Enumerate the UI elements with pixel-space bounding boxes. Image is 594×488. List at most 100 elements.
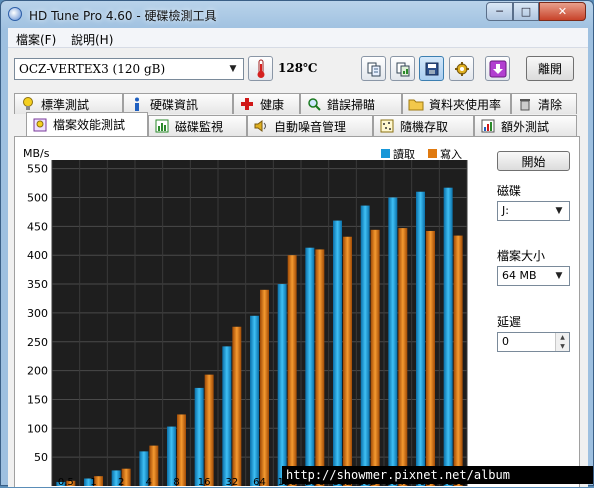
y-tick-label: 150 <box>27 393 48 406</box>
y-tick-label: 100 <box>27 422 48 435</box>
menu-file[interactable]: 檔案(F) <box>16 31 56 48</box>
maximize-button[interactable]: □ <box>513 2 539 21</box>
copy-image-icon <box>396 62 409 76</box>
write-bar <box>232 326 242 486</box>
tab-error-scan[interactable]: 錯誤掃瞄 <box>300 93 402 114</box>
delay-label: 延遲 <box>497 315 522 329</box>
info-icon <box>129 96 145 112</box>
folder-icon <box>408 96 424 112</box>
x-tick-label: 4 <box>146 477 152 488</box>
write-bar <box>315 249 325 486</box>
read-bar <box>388 197 398 486</box>
tab-label: 硬碟資訊 <box>150 97 199 112</box>
drive-select[interactable]: OCZ-VERTEX3 (120 gB) ▼ <box>14 58 244 80</box>
benchmark-chart: 50 100 150 200 250 300 350 400 450 500 550 0.5 1 2 4 8… <box>23 147 468 488</box>
temperature-readout: 128℃ <box>278 61 318 75</box>
disk-label: 磁碟 <box>497 184 522 198</box>
tab-file-benchmark[interactable]: 檔案效能測試 <box>26 112 148 136</box>
spin-down-icon[interactable]: ▼ <box>555 342 569 351</box>
tab-erase[interactable]: 清除 <box>511 93 577 114</box>
window-title: HD Tune Pro 4.60 - 硬碟檢測工具 <box>29 9 217 23</box>
tab-random-access[interactable]: 隨機存取 <box>373 115 474 136</box>
disk-monitor-icon <box>154 118 170 134</box>
file-size-label: 檔案大小 <box>497 249 546 263</box>
write-bar <box>287 255 297 486</box>
spin-up-icon[interactable]: ▲ <box>555 333 569 342</box>
file-size-select[interactable]: 64 MB ▼ <box>497 266 570 286</box>
app-icon <box>8 7 22 21</box>
toolbar: OCZ-VERTEX3 (120 gB) ▼ 128℃ 離開 <box>8 49 588 89</box>
tab-health[interactable]: 健康 <box>233 93 300 114</box>
exit-button[interactable]: 離開 <box>526 56 574 81</box>
file-size-select-value: 64 MB <box>502 269 537 282</box>
tab-noise-management[interactable]: 自動噪音管理 <box>247 115 373 136</box>
write-bar <box>398 228 408 486</box>
read-bar <box>222 346 232 486</box>
write-bar <box>426 230 435 486</box>
read-bar <box>250 315 259 486</box>
delay-spin-buttons[interactable]: ▲ ▼ <box>555 333 569 351</box>
thermometer-icon <box>257 59 264 78</box>
delay-spinner[interactable]: 0 ▲ ▼ <box>497 332 570 352</box>
tab-label: 清除 <box>538 97 563 112</box>
copy-image-button[interactable] <box>390 56 415 81</box>
minimize-button[interactable]: ─ <box>486 2 513 21</box>
options-icon <box>454 61 469 76</box>
y-tick-label: 550 <box>27 163 48 176</box>
x-tick-label: 16 <box>198 477 211 488</box>
tab-label: 檔案效能測試 <box>53 118 126 132</box>
drive-select-value: OCZ-VERTEX3 (120 gB) <box>19 62 166 76</box>
x-tick-label: 64 <box>253 477 266 488</box>
tab-label: 錯誤掃瞄 <box>327 97 376 112</box>
delay-value: 0 <box>502 335 509 348</box>
write-bar <box>260 289 269 486</box>
title-bar[interactable]: HD Tune Pro 4.60 - 硬碟檢測工具 ─ □ ✕ <box>1 1 593 28</box>
write-bar <box>204 374 214 486</box>
tab-benchmark[interactable]: 標準測試 <box>14 93 123 114</box>
save-button[interactable] <box>419 56 444 81</box>
tab-label: 隨機存取 <box>400 119 449 134</box>
legend-read-label: 讀取 <box>393 147 415 161</box>
file-benchmark-icon <box>32 117 48 133</box>
close-button[interactable]: ✕ <box>539 2 586 21</box>
legend-read-swatch <box>381 149 390 158</box>
copy-text-icon <box>367 62 380 76</box>
menu-bar: 檔案(F) 說明(H) <box>8 28 588 48</box>
read-bar <box>416 191 425 487</box>
tab-label: 健康 <box>260 97 285 112</box>
read-bar <box>194 387 204 486</box>
chevron-down-icon: ▼ <box>555 271 563 281</box>
copy-text-button[interactable] <box>361 56 386 81</box>
lightbulb-icon <box>20 96 36 112</box>
chevron-down-icon: ▼ <box>229 64 237 74</box>
tab-info[interactable]: 硬碟資訊 <box>123 93 233 114</box>
magnifier-icon <box>306 96 322 112</box>
y-tick-label: 450 <box>27 220 48 233</box>
tab-label: 磁碟監視 <box>175 119 224 134</box>
options-button[interactable] <box>449 56 474 81</box>
health-cross-icon <box>239 96 255 112</box>
legend-write-label: 寫入 <box>440 147 462 161</box>
write-bar <box>453 235 463 486</box>
tab-disk-monitor[interactable]: 磁碟監視 <box>148 115 247 136</box>
tab-extra-tests[interactable]: 額外測試 <box>474 115 577 136</box>
x-tick-label: 1 <box>90 477 96 488</box>
tab-label: 額外測試 <box>501 119 550 134</box>
temperature-button[interactable] <box>248 56 273 81</box>
read-bar <box>360 205 370 486</box>
read-bar <box>333 220 342 486</box>
menu-help[interactable]: 說明(H) <box>71 31 113 48</box>
read-bar <box>443 187 453 487</box>
y-tick-label: 400 <box>27 249 48 262</box>
speaker-icon <box>253 118 269 134</box>
y-axis-label: MB/s <box>23 147 50 160</box>
chevron-down-icon: ▼ <box>555 206 563 216</box>
tab-folder-usage[interactable]: 資料夾使用率 <box>402 93 511 114</box>
disk-select-value: J: <box>502 204 509 217</box>
download-button[interactable] <box>485 56 510 81</box>
write-bar <box>343 236 352 486</box>
disk-select[interactable]: J: ▼ <box>497 201 570 221</box>
save-icon <box>425 62 438 75</box>
start-button[interactable]: 開始 <box>497 151 570 171</box>
random-access-icon <box>379 118 395 134</box>
